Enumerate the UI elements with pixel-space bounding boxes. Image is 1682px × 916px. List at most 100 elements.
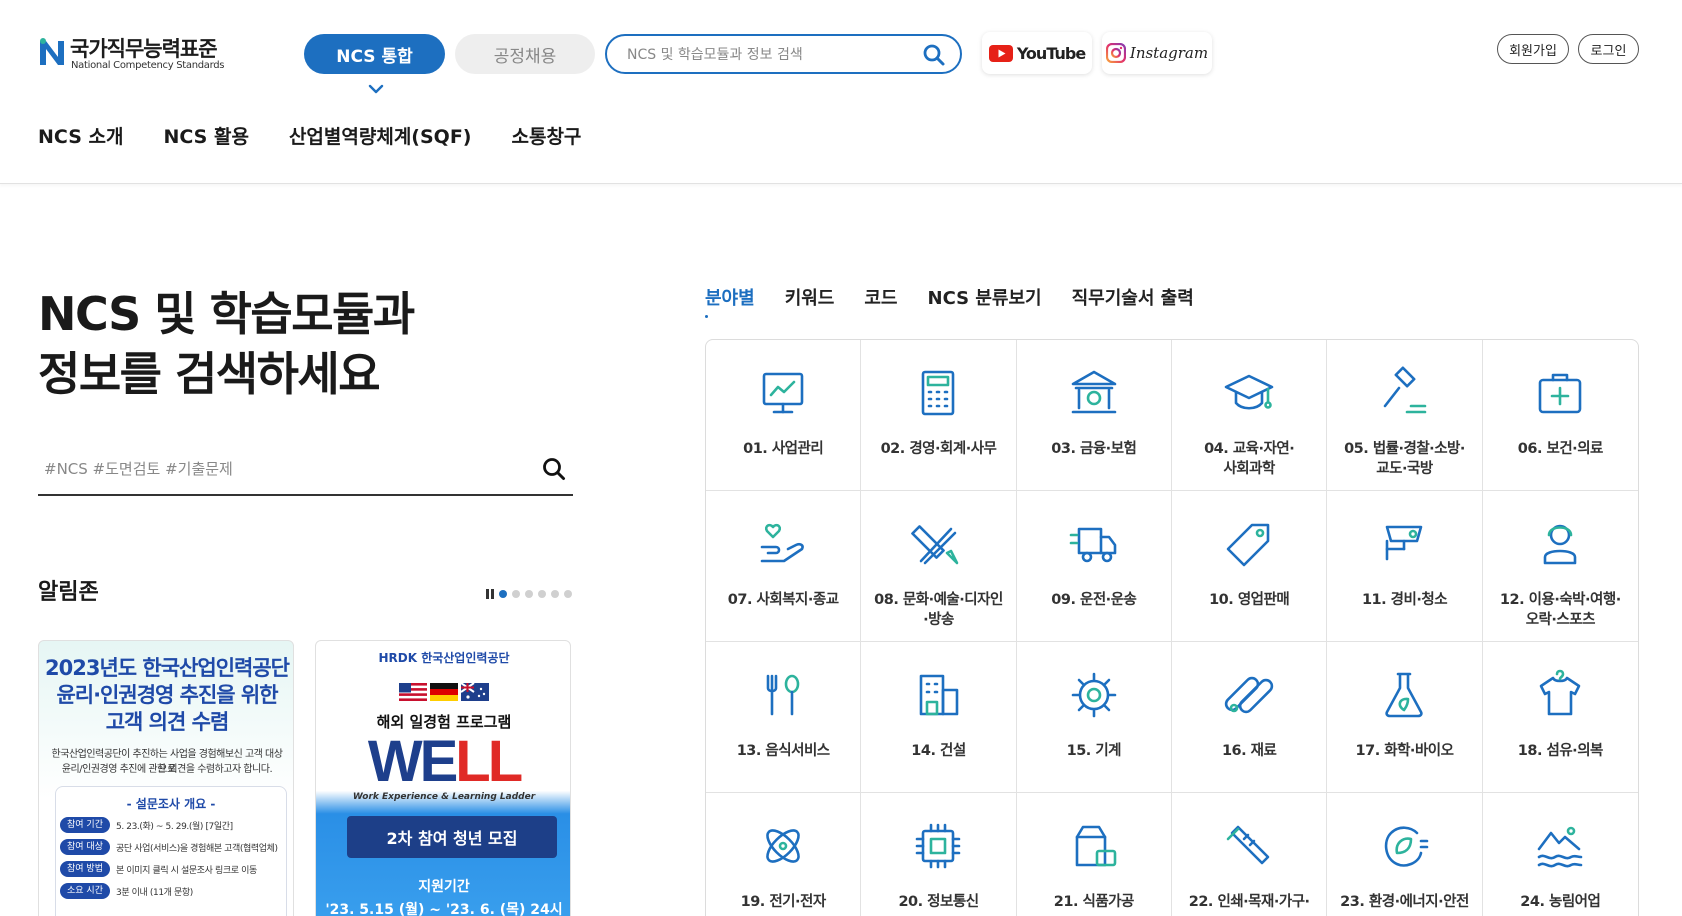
search-icon[interactable] — [922, 43, 946, 67]
category-label: 07. 사회복지·종교 — [727, 592, 839, 608]
hero-title: NCS 및 학습모듈과 정보를 검색하세요 — [38, 284, 415, 404]
category-item-02[interactable]: 02. 경영·회계·사무 — [861, 340, 1017, 491]
period-title: 지원기간 — [418, 879, 470, 895]
site-logo[interactable]: 국가직무능력표준 National Competency Standards — [38, 33, 228, 73]
category-item-22[interactable]: 22. 인쇄·목재·가구· — [1172, 793, 1328, 916]
card-title-line: 윤리·인권경영 추진을 위한 — [56, 683, 278, 707]
youtube-label: YouTube — [1016, 43, 1086, 63]
site-header: 국가직무능력표준 National Competency Standards N… — [0, 0, 1682, 184]
tab-ncs-classification[interactable]: NCS 분류보기 — [928, 284, 1042, 310]
category-item-14[interactable]: 14. 건설 — [861, 642, 1017, 793]
tab-code[interactable]: 코드 — [864, 284, 897, 310]
bank-icon — [1071, 370, 1117, 414]
join-button[interactable]: 회원가입 — [1497, 34, 1569, 64]
category-item-21[interactable]: 21. 식품가공 — [1017, 793, 1172, 916]
slider-dot[interactable] — [564, 590, 572, 598]
tab-fair-hiring[interactable]: 공정채용 — [455, 34, 595, 74]
category-item-01[interactable]: 01. 사업관리 — [706, 340, 862, 491]
slider-dot[interactable] — [538, 590, 546, 598]
main-search-input[interactable] — [44, 456, 514, 482]
chevron-down-icon — [368, 84, 384, 94]
main-search-box — [38, 442, 573, 496]
saw-icon — [1226, 825, 1270, 865]
graduation-cap-icon — [1224, 374, 1274, 410]
flask-icon — [1385, 672, 1424, 718]
search-icon[interactable] — [541, 456, 567, 482]
hero-line-1: NCS 및 학습모듈과 — [38, 287, 415, 341]
category-item-20[interactable]: 20. 정보통신 — [861, 793, 1017, 916]
tab-ncs-integrated[interactable]: NCS 통합 — [304, 34, 445, 74]
service-person-icon — [1544, 524, 1577, 565]
global-nav: NCS 소개 NCS 활용 산업별역량체계(SQF) 소통창구 — [38, 122, 581, 149]
category-label: 18. 섬유·의복 — [1517, 743, 1604, 759]
notice-card-well-program[interactable]: HRDK 한국산업인력공단 해외 일경험 프로그램 WELL Work Expe… — [315, 640, 571, 916]
notice-zone-title: 알림존 — [38, 580, 99, 605]
category-item-11[interactable]: 11. 경비·청소 — [1327, 491, 1483, 642]
gnb-item-about[interactable]: NCS 소개 — [38, 122, 123, 149]
category-label: 12. 이용·숙박·여행· 오락·스포츠 — [1499, 592, 1621, 628]
slider-dot[interactable] — [499, 590, 507, 598]
tab-by-field[interactable]: 분야별 — [705, 284, 755, 318]
survey-row: 참여 방법 본 이미지 클릭 시 설문조사 링크로 이동 — [60, 861, 257, 877]
category-label: 15. 기계 — [1066, 743, 1122, 759]
card-title-line: 고객 의견 수렴 — [105, 710, 230, 734]
category-item-06[interactable]: 06. 보건·의료 — [1482, 340, 1638, 491]
tab-job-description-print[interactable]: 직무기술서 출력 — [1072, 284, 1194, 310]
design-tools-icon — [911, 525, 959, 565]
category-item-07[interactable]: 07. 사회복지·종교 — [706, 491, 862, 642]
gnb-item-community[interactable]: 소통창구 — [511, 122, 581, 149]
category-item-08[interactable]: 08. 문화·예술·디자인 ·방송 — [861, 491, 1017, 642]
ncs-logo-icon — [40, 38, 64, 65]
well-logo: WELL — [367, 729, 523, 794]
category-label: 19. 전기·전자 — [740, 894, 827, 910]
youtube-link[interactable]: YouTube — [982, 32, 1092, 74]
category-item-18[interactable]: 18. 섬유·의복 — [1482, 642, 1638, 793]
category-item-12[interactable]: 12. 이용·숙박·여행· 오락·스포츠 — [1482, 491, 1638, 642]
survey-overview-box: - 설문조사 개요 - 참여 기간 5. 23.(화) ~ 5. 29.(월) [… — [55, 786, 287, 916]
gnb-item-sqf[interactable]: 산업별역량체계(SQF) — [289, 122, 472, 149]
gavel-icon — [1384, 366, 1427, 414]
category-item-04[interactable]: 04. 교육·자연· 사회과학 — [1171, 340, 1328, 491]
australia-flag-icon — [461, 683, 489, 701]
germany-flag-icon — [430, 683, 458, 701]
landscape-icon — [1538, 826, 1583, 868]
category-item-03[interactable]: 03. 금융·보험 — [1016, 340, 1172, 491]
food-package-icon — [1075, 825, 1117, 867]
category-item-15[interactable]: 15. 기계 — [1016, 642, 1172, 793]
youtube-icon — [988, 44, 1013, 62]
category-label: 04. 교육·자연· 사회과학 — [1204, 441, 1295, 477]
login-button[interactable]: 로그인 — [1578, 34, 1639, 64]
truck-icon — [1069, 527, 1117, 563]
notice-card-survey[interactable]: 2023년도 한국산업인력공단 윤리·인권경영 추진을 위한 고객 의견 수렴 … — [38, 640, 294, 916]
building-icon — [920, 674, 959, 716]
category-item-05[interactable]: 05. 법률·경찰·소방· 교도·국방 — [1327, 340, 1483, 491]
survey-row: 참여 대상 공단 사업(서비스)을 경험해본 고객(협력업체) — [60, 839, 278, 855]
pause-icon[interactable] — [486, 589, 494, 599]
period-value: '23. 5.15 (월) ~ '23. 6. (목) 24시 — [325, 902, 563, 916]
category-item-13[interactable]: 13. 음식서비스 — [706, 642, 862, 793]
price-tag-icon — [1226, 523, 1270, 567]
category-label: 14. 건설 — [911, 743, 966, 759]
category-label: 06. 보건·의료 — [1517, 441, 1604, 457]
slider-dot[interactable] — [512, 590, 520, 598]
category-item-19[interactable]: 19. 전기·전자 — [706, 793, 862, 916]
tab-keyword[interactable]: 키워드 — [785, 284, 835, 310]
category-item-16[interactable]: 16. 재료 — [1171, 642, 1328, 793]
slider-dot[interactable] — [551, 590, 559, 598]
instagram-link[interactable]: Instagram — [1102, 32, 1212, 74]
instagram-label: Instagram — [1129, 44, 1209, 62]
category-item-10[interactable]: 10. 영업판매 — [1171, 491, 1328, 642]
slider-dot[interactable] — [525, 590, 533, 598]
presentation-chart-icon — [762, 372, 804, 414]
top-search-input[interactable] — [627, 44, 917, 66]
category-item-24[interactable]: 24. 농림어업 — [1483, 793, 1638, 916]
category-item-09[interactable]: 09. 운전·운송 — [1016, 491, 1172, 642]
top-search-box — [605, 34, 962, 74]
category-item-17[interactable]: 17. 화학·바이오 — [1327, 642, 1483, 793]
hero-line-2: 정보를 검색하세요 — [38, 347, 381, 401]
category-label: 03. 금융·보험 — [1051, 441, 1137, 457]
category-label: 20. 정보통신 — [898, 894, 979, 910]
gnb-item-usage[interactable]: NCS 활용 — [163, 122, 248, 149]
category-label: 23. 환경·에너지·안전 — [1340, 894, 1469, 910]
category-item-23[interactable]: 23. 환경·에너지·안전 — [1327, 793, 1483, 916]
